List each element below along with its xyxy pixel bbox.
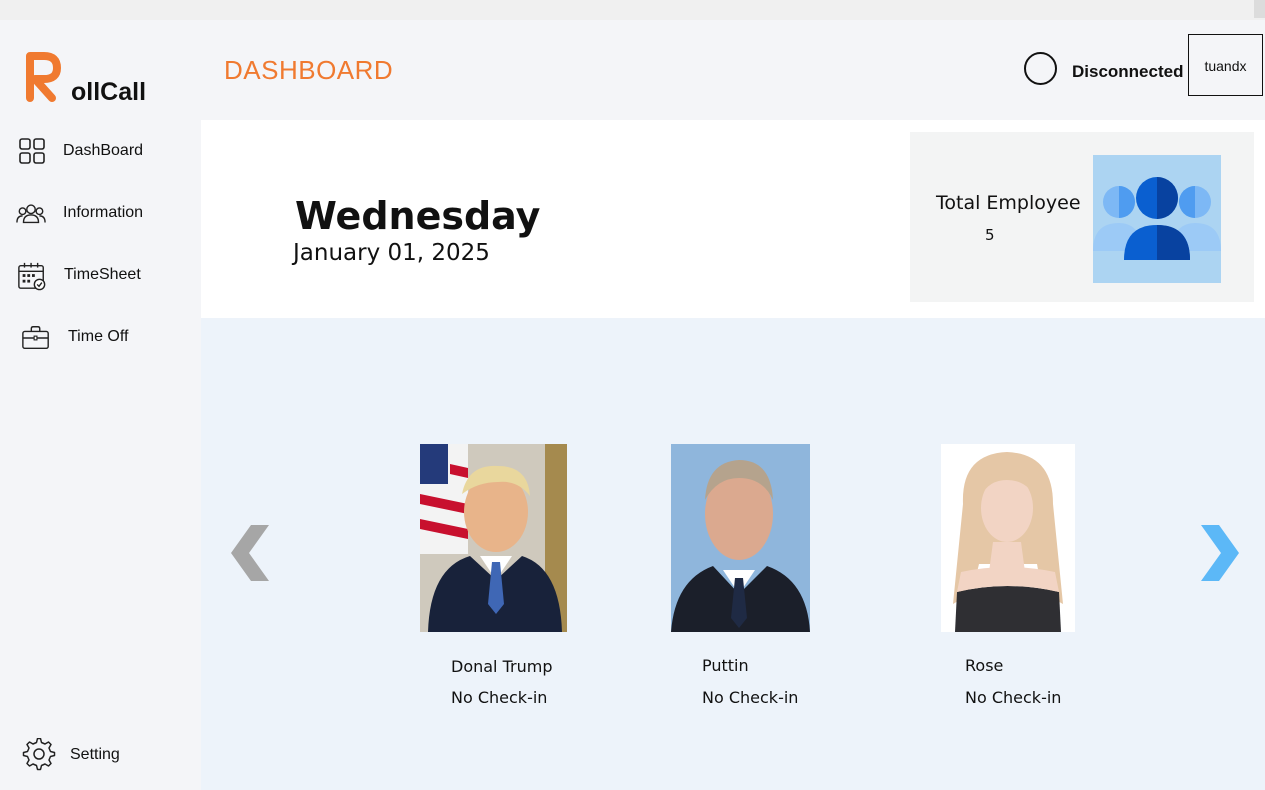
- grid-icon: [19, 138, 45, 164]
- employee-photo: [671, 444, 810, 632]
- briefcase-icon: [22, 326, 49, 350]
- total-employee-label: Total Employee: [936, 192, 1081, 214]
- sidebar-item-timesheet[interactable]: TimeSheet: [0, 255, 201, 295]
- carousel-next-arrow-icon[interactable]: [1199, 523, 1243, 583]
- sidebar-item-dashboard[interactable]: DashBoard: [0, 131, 201, 171]
- sidebar-item-label: Information: [63, 204, 144, 221]
- employee-group-icon: [1093, 155, 1221, 283]
- sidebar: ollCall DashBoard Information TimeSheet …: [0, 20, 201, 790]
- current-date: January 01, 2025: [293, 240, 490, 266]
- sidebar-item-time-off[interactable]: Time Off: [0, 317, 201, 357]
- connection-status-text: Disconnected: [1072, 62, 1184, 81]
- employee-carousel: Donal Trump No Check-in Puttin No Check-…: [201, 318, 1265, 790]
- sidebar-item-label: TimeSheet: [64, 266, 141, 283]
- date-panel: Wednesday January 01, 2025 Total Employe…: [201, 120, 1265, 318]
- total-employee-count: 5: [985, 226, 995, 244]
- sidebar-item-label: Time Off: [68, 328, 129, 345]
- employee-name: Donal Trump: [451, 657, 553, 676]
- page-title: DASHBOARD: [224, 55, 394, 85]
- window-control-button[interactable]: [1254, 0, 1265, 18]
- header: DASHBOARD Disconnected tuandx: [201, 20, 1265, 120]
- connection-status-icon: [1024, 52, 1057, 85]
- sidebar-item-setting[interactable]: Setting: [0, 735, 201, 775]
- calendar-check-icon: [18, 262, 46, 291]
- logo-r-icon: [26, 52, 61, 102]
- users-icon: [16, 204, 46, 224]
- employee-name: Rose: [965, 656, 1004, 675]
- employee-photo: [420, 444, 567, 632]
- app-logo: ollCall: [24, 50, 194, 110]
- employee-checkin-status: No Check-in: [451, 688, 548, 707]
- total-employee-card: Total Employee 5: [910, 132, 1254, 302]
- window-titlebar: [0, 0, 1265, 20]
- employee-checkin-status: No Check-in: [965, 688, 1062, 707]
- employee-checkin-status: No Check-in: [702, 688, 799, 707]
- sidebar-item-label: DashBoard: [63, 142, 144, 159]
- day-of-week: Wednesday: [295, 194, 541, 238]
- user-account-button[interactable]: tuandx: [1188, 34, 1263, 96]
- carousel-prev-arrow-icon[interactable]: [227, 523, 271, 583]
- sidebar-item-label: Setting: [70, 746, 120, 763]
- employee-name: Puttin: [702, 656, 749, 675]
- gear-icon: [22, 738, 56, 771]
- app-name: ollCall: [71, 78, 147, 106]
- sidebar-item-information[interactable]: Information: [0, 193, 201, 233]
- employee-photo: [941, 444, 1075, 632]
